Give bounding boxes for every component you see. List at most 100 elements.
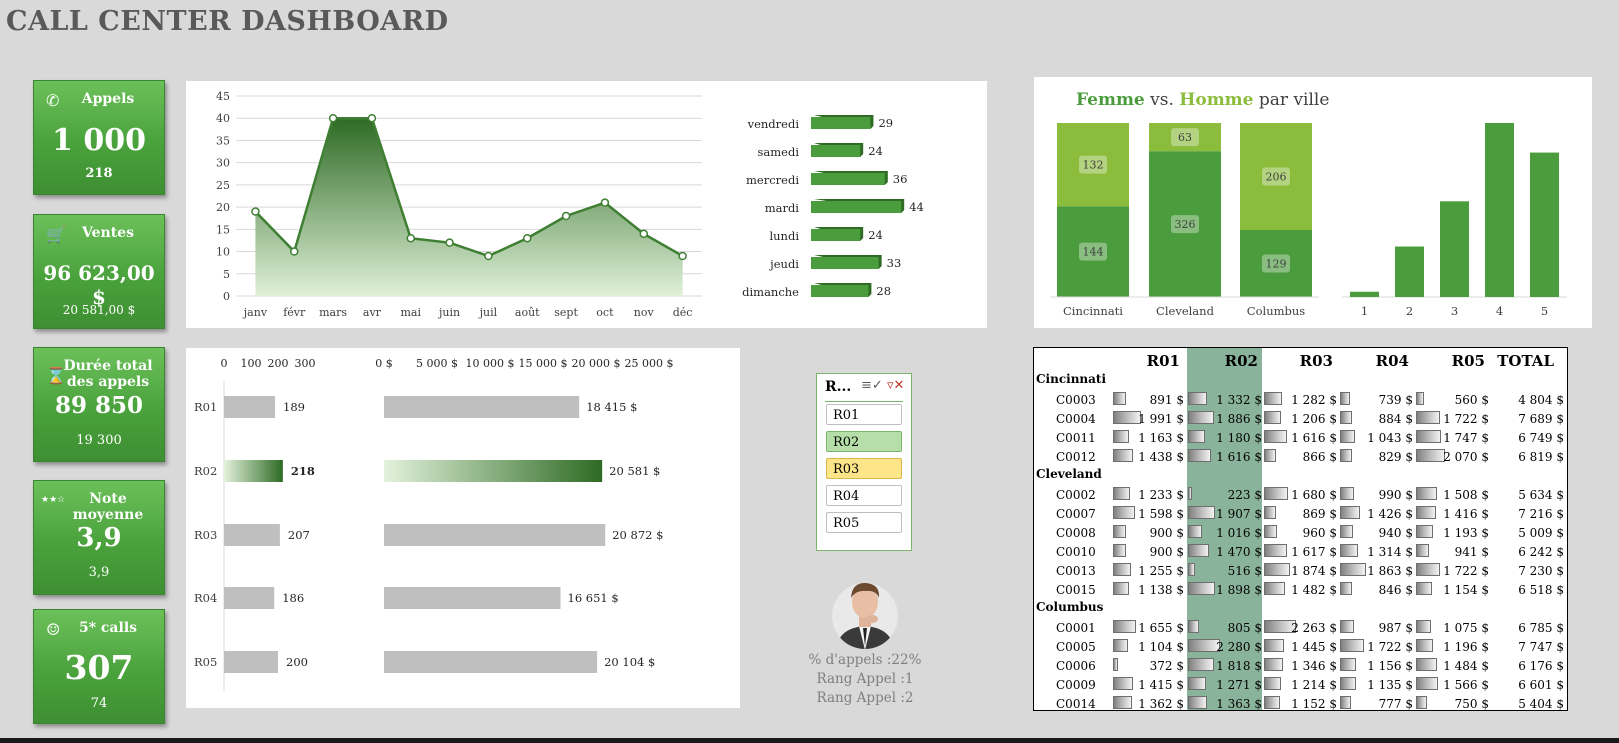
cell-value: 1 470 $ [1216,545,1262,559]
data-bar [1188,620,1200,633]
y-tick-label: 0 [223,290,230,303]
cell-value: 1 332 $ [1216,393,1262,407]
kpi-card-note[interactable]: ★★☆ Note moyenne 3,9 3,9 [33,480,165,595]
data-bar [1416,525,1433,538]
agent-rank-1: Rang Appel :1 [816,671,914,687]
sales-value-label: 18 415 $ [586,400,637,414]
rep-label: R05 [194,655,217,669]
rating-label: 3 [1451,304,1458,318]
slicer-item-r03[interactable]: R03 [826,458,902,479]
day-value-label: 24 [868,144,883,158]
data-bar [1264,430,1287,443]
cell-value: 2 070 $ [1443,450,1489,464]
rep-slicer[interactable]: R... ≡✓ ▿✕ R01 R02 R03 R04 R05 [816,373,912,551]
slicer-item-r01[interactable]: R01 [826,404,902,425]
y-tick-label: 30 [216,157,230,170]
slicer-divider [825,401,903,402]
cell-value: 1 566 $ [1443,678,1489,692]
cell-value: 846 $ [1378,583,1413,597]
title-part: vs. [1145,90,1180,110]
day-bar-mardi [811,201,902,213]
sales-tick-label: 5 000 $ [416,357,458,370]
customer-code: C0007 [1056,507,1096,521]
cell-value: 1 874 $ [1291,564,1337,578]
x-tick-label: avr [363,306,382,319]
slicer-item-r04[interactable]: R04 [826,485,902,506]
data-bar [1188,430,1205,443]
cell-value: 1 163 $ [1138,431,1184,445]
data-bar [1264,677,1282,690]
data-bar [1416,506,1436,519]
cell-value: 1 484 $ [1443,659,1489,673]
day-bar-lundi [811,229,861,241]
title-part: par ville [1254,90,1330,110]
slicer-item-r02[interactable]: R02 [826,431,902,452]
kpi-card-ventes[interactable]: 🛒 Ventes 96 623,00 $ 20 581,00 $ [33,214,165,329]
sheet-tab-bar [0,738,1619,743]
calls-value-label: 200 [286,655,308,669]
data-bar [1113,506,1136,519]
cell-value: 5 404 $ [1518,697,1564,711]
calls-bar-R03 [224,524,280,546]
cell-value: 1 043 $ [1367,431,1413,445]
x-tick-label: mai [400,306,421,319]
cell-value: 372 $ [1149,659,1184,673]
data-point-oct [600,198,610,207]
data-bar [1113,620,1137,633]
data-bar [1340,449,1352,462]
cell-value: 2 280 $ [1216,640,1262,654]
data-bar [1416,392,1424,405]
slicer-item-r05[interactable]: R05 [826,512,902,533]
cell-value: 7 216 $ [1518,507,1564,521]
table-row: C0015 1 138 $ 1 898 $ 1 482 $ 846 $ 1 154 $ 6 … [1034,580,1567,599]
table-row: C0007 1 598 $ 1 907 $ 869 $ 1 426 $ 1 416 $ 7 … [1034,504,1567,523]
customer-code: C0011 [1056,431,1096,445]
multi-select-icon[interactable]: ≡✓ [861,378,883,393]
agent-rank-2: Rang Appel :2 [816,690,914,706]
sales-bar-R03 [384,524,606,546]
customer-code: C0013 [1056,564,1096,578]
customer-code: C0004 [1056,412,1096,426]
calls-value-label: 218 [291,464,315,478]
customer-code: C0003 [1056,393,1096,407]
table-row: C0009 1 415 $ 1 271 $ 1 214 $ 1 135 $ 1 566 $… [1034,675,1567,694]
data-bar [1416,487,1438,500]
data-point-sept [561,211,571,221]
cell-value: 1 233 $ [1138,488,1184,502]
y-tick-label: 45 [216,90,230,103]
sales-value-label: 16 651 $ [568,591,619,605]
calls-tick-label: 300 [295,357,316,370]
data-bar [1113,411,1141,424]
cell-value: 900 $ [1149,526,1184,540]
day-label: mardi [765,201,800,215]
table-row: C0004 1 991 $ 1 886 $ 1 206 $ 884 $ 1 722 $ 7 … [1034,409,1567,428]
x-tick-label: août [515,306,540,319]
calls-bar-R05 [224,651,278,673]
kpi-card-duree[interactable]: ⌛ Durée total des appels 89 850 19 300 [33,347,165,462]
table-row: C0013 1 255 $ 516 $ 1 874 $ 1 863 $ 1 722 $ 7 … [1034,561,1567,580]
kpi-label: Durée total des appels [63,358,153,390]
cell-value: 1 445 $ [1291,640,1337,654]
data-bar [1188,411,1215,424]
segment-value-label: 132 [1083,159,1104,172]
kpi-card-5star[interactable]: ☺ 5* calls 307 74 [33,609,165,724]
data-bar [1113,544,1126,557]
customer-code: C0012 [1056,450,1096,464]
cell-value: 1 482 $ [1291,583,1337,597]
gender-charts: Femme vs. Homme par ville144132Cincinnat… [1050,90,1567,318]
cell-value: 960 $ [1302,526,1337,540]
clear-filter-icon[interactable]: ▿✕ [887,378,904,393]
cell-value: 829 $ [1378,450,1413,464]
data-bar [1340,677,1356,690]
data-bar [1264,658,1283,671]
data-point-déc [678,251,687,261]
kpi-card-appels[interactable]: ✆ Appels 1 000 218 [33,80,165,195]
cell-value: 4 804 $ [1518,393,1564,407]
sales-bar-R05 [384,651,598,673]
data-bar [1340,487,1354,500]
data-bar [1264,563,1291,576]
customer-code: C0010 [1056,545,1096,559]
segment-value-label: 326 [1175,218,1196,231]
y-tick-label: 20 [216,201,230,214]
x-tick-label: nov [634,306,655,319]
